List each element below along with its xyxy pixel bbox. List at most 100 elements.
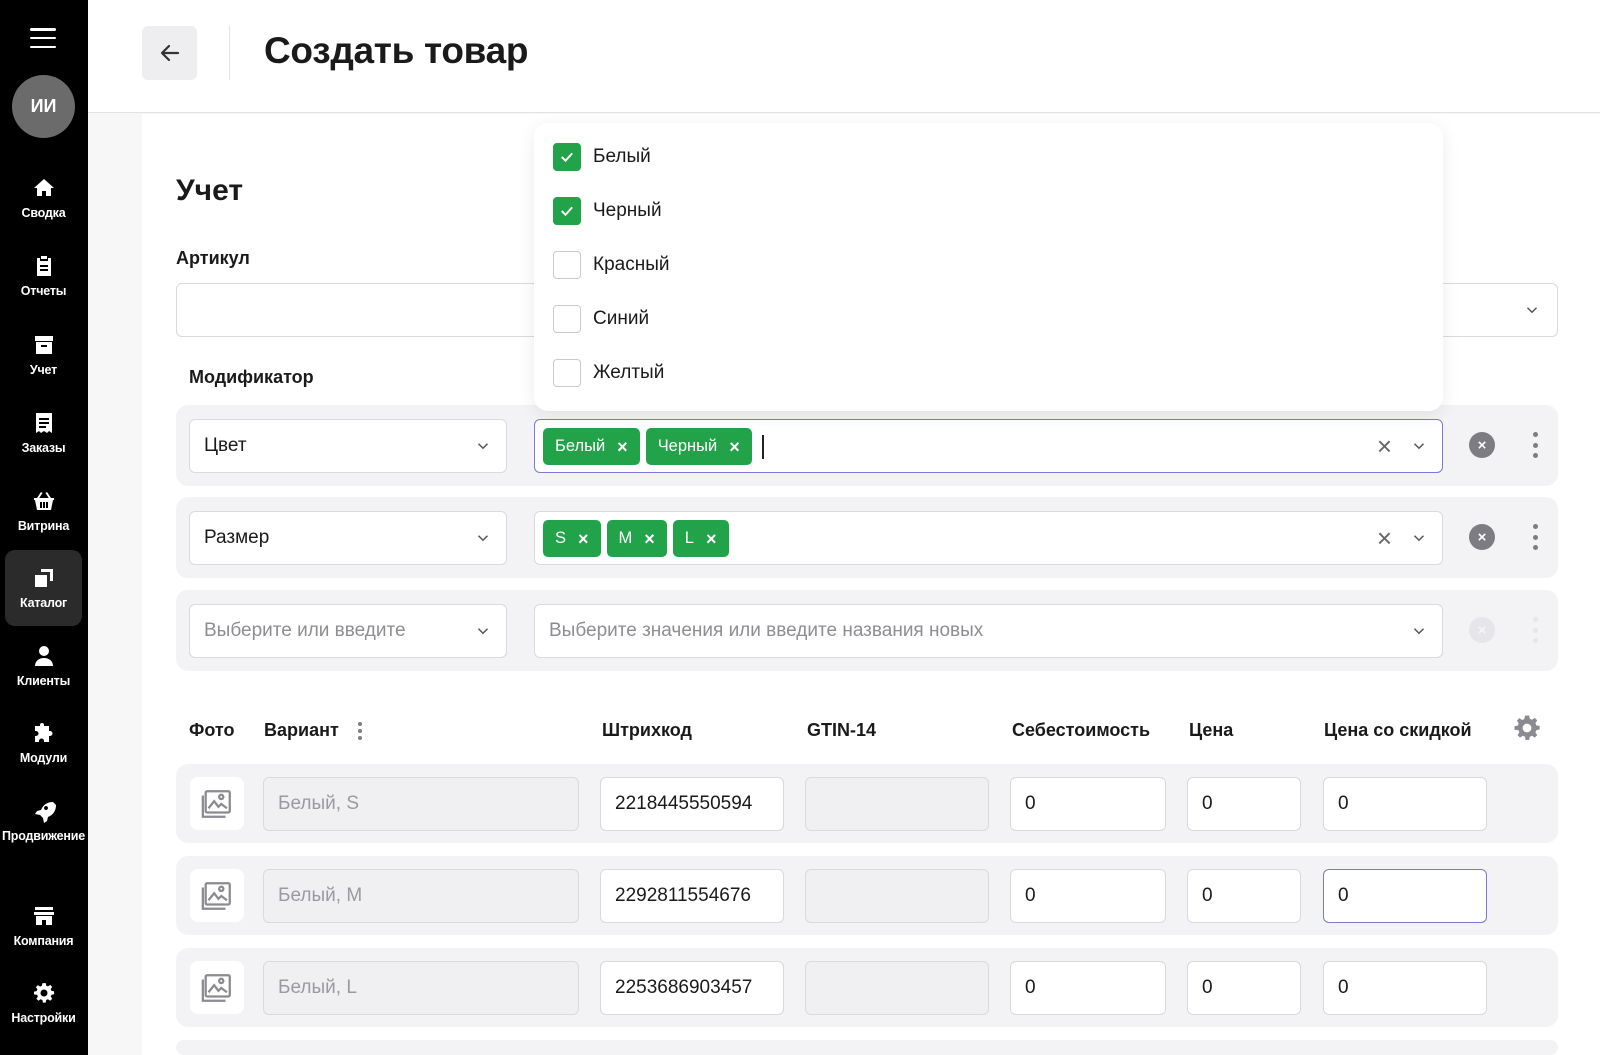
value-tag: M × [606, 520, 667, 557]
modifier-name-select[interactable]: Цвет [189, 419, 507, 473]
column-header-gtin: GTIN-14 [807, 720, 877, 740]
drag-handle-icon[interactable] [1532, 524, 1538, 550]
avatar[interactable]: ИИ [12, 75, 75, 138]
price-input[interactable]: 0 [1187, 961, 1301, 1015]
sidebar-item-showcase[interactable]: Витрина [5, 473, 82, 549]
remove-tag-icon[interactable]: × [578, 530, 589, 548]
gtin-input[interactable] [805, 777, 989, 831]
remove-tag-icon[interactable]: × [729, 438, 740, 456]
dropdown-option[interactable]: Черный [553, 197, 662, 225]
sidebar-item-label: Клиенты [16, 674, 71, 688]
back-button[interactable] [142, 26, 197, 80]
sidebar-item-reports[interactable]: Отчеты [5, 238, 82, 314]
store-icon [33, 907, 54, 925]
remove-modifier-icon[interactable]: × [1469, 432, 1495, 458]
sale-price-input[interactable]: 0 [1323, 777, 1487, 831]
modifier-name-select[interactable]: Выберите или введите [189, 604, 507, 658]
arrow-left-icon [160, 44, 179, 62]
sidebar-item-catalog[interactable]: Каталог [5, 550, 82, 626]
page-title: Создать товар [264, 30, 529, 71]
sidebar-item-label: Продвижение [1, 829, 86, 843]
photo-placeholder[interactable] [190, 961, 244, 1014]
modifier-values-select[interactable]: Белый × Черный × × [534, 419, 1443, 473]
remove-modifier-icon[interactable]: × [1469, 524, 1495, 550]
remove-tag-icon[interactable]: × [706, 530, 717, 548]
sidebar-item-clients[interactable]: Клиенты [5, 628, 82, 704]
checkbox[interactable] [553, 197, 581, 225]
variant-field: Белый, L [263, 961, 579, 1015]
chevron-down-icon [474, 437, 492, 455]
column-header-barcode: Штрихкод [602, 720, 692, 740]
drag-handle-icon[interactable] [1532, 432, 1538, 458]
chevron-down-icon[interactable] [1410, 437, 1428, 455]
dropdown-option[interactable]: Белый [553, 143, 651, 171]
header-divider [229, 26, 230, 80]
chevron-down-icon[interactable] [1410, 529, 1428, 547]
clear-icon[interactable]: × [1377, 525, 1392, 551]
column-header-cost: Себестоимость [1012, 720, 1151, 740]
chevron-down-icon[interactable] [1523, 301, 1541, 319]
sale-price-input[interactable]: 0 [1323, 869, 1487, 923]
table-row: Белый, L 2253686903457 0 0 0 [176, 948, 1558, 1027]
modifier-values-select[interactable]: S × M × L × × [534, 511, 1443, 565]
checkbox[interactable] [553, 143, 581, 171]
sidebar-item-label: Учет [29, 363, 58, 377]
sidebar-item-promotion[interactable]: Продвижение [1, 783, 86, 859]
image-icon [201, 881, 231, 910]
dropdown-option[interactable]: Синий [553, 305, 649, 333]
gtin-input[interactable] [805, 961, 989, 1015]
dropdown-option[interactable]: Желтый [553, 359, 664, 387]
modifier-values-select[interactable]: Выберите значения или введите названия н… [534, 604, 1443, 658]
column-menu-icon[interactable] [358, 722, 363, 740]
sidebar-item-label: Модули [19, 751, 68, 765]
remove-tag-icon[interactable]: × [617, 438, 628, 456]
barcode-input[interactable]: 2253686903457 [600, 961, 784, 1015]
puzzle-icon [34, 723, 52, 742]
sidebar: ИИ Сводка Отчеты Учет Заказы Витрина Кат… [0, 0, 88, 1055]
photo-placeholder[interactable] [190, 869, 244, 922]
sale-price-input[interactable]: 0 [1323, 961, 1487, 1015]
photo-placeholder[interactable] [190, 777, 244, 830]
value-tag: L × [672, 520, 729, 557]
modifier-name-select[interactable]: Размер [189, 511, 507, 565]
table-row-partial [176, 1040, 1558, 1055]
sku-label: Артикул [176, 248, 250, 268]
sidebar-item-label: Каталог [19, 596, 68, 610]
rocket-icon [34, 802, 56, 823]
price-input[interactable]: 0 [1187, 869, 1301, 923]
sidebar-item-label: Компания [13, 934, 74, 948]
remove-tag-icon[interactable]: × [644, 530, 655, 548]
modifier-row: Цвет Белый × Черный × × × [176, 405, 1558, 486]
price-input[interactable]: 0 [1187, 777, 1301, 831]
barcode-input[interactable]: 2218445550594 [600, 777, 784, 831]
cost-input[interactable]: 0 [1010, 961, 1166, 1015]
sidebar-item-label: Отчеты [20, 284, 67, 298]
catalog-icon [34, 569, 53, 587]
sidebar-item-accounting[interactable]: Учет [5, 317, 82, 393]
table-settings-icon[interactable] [1512, 713, 1542, 743]
checkbox[interactable] [553, 305, 581, 333]
drag-handle-icon [1532, 617, 1538, 643]
sidebar-item-modules[interactable]: Модули [5, 705, 82, 781]
table-row: Белый, M 2292811554676 0 0 0 [176, 856, 1558, 935]
barcode-input[interactable]: 2292811554676 [600, 869, 784, 923]
sidebar-item-label: Сводка [21, 206, 66, 220]
checkbox[interactable] [553, 251, 581, 279]
sidebar-item-orders[interactable]: Заказы [5, 395, 82, 471]
cost-input[interactable]: 0 [1010, 869, 1166, 923]
sidebar-item-label: Витрина [17, 519, 70, 533]
menu-icon[interactable] [30, 28, 56, 48]
values-dropdown: Белый Черный Красный Синий Желтый [534, 123, 1443, 411]
clear-icon[interactable]: × [1377, 433, 1392, 459]
image-icon [201, 789, 231, 818]
sidebar-item-summary[interactable]: Сводка [5, 160, 82, 236]
home-icon [33, 179, 54, 196]
checkbox[interactable] [553, 359, 581, 387]
gtin-input[interactable] [805, 869, 989, 923]
chevron-down-icon[interactable] [1410, 622, 1428, 640]
sidebar-item-settings[interactable]: Настройки [5, 965, 82, 1041]
dropdown-option[interactable]: Красный [553, 251, 669, 279]
cost-input[interactable]: 0 [1010, 777, 1166, 831]
section-title: Учет [176, 174, 244, 207]
sidebar-item-company[interactable]: Компания [5, 888, 82, 964]
